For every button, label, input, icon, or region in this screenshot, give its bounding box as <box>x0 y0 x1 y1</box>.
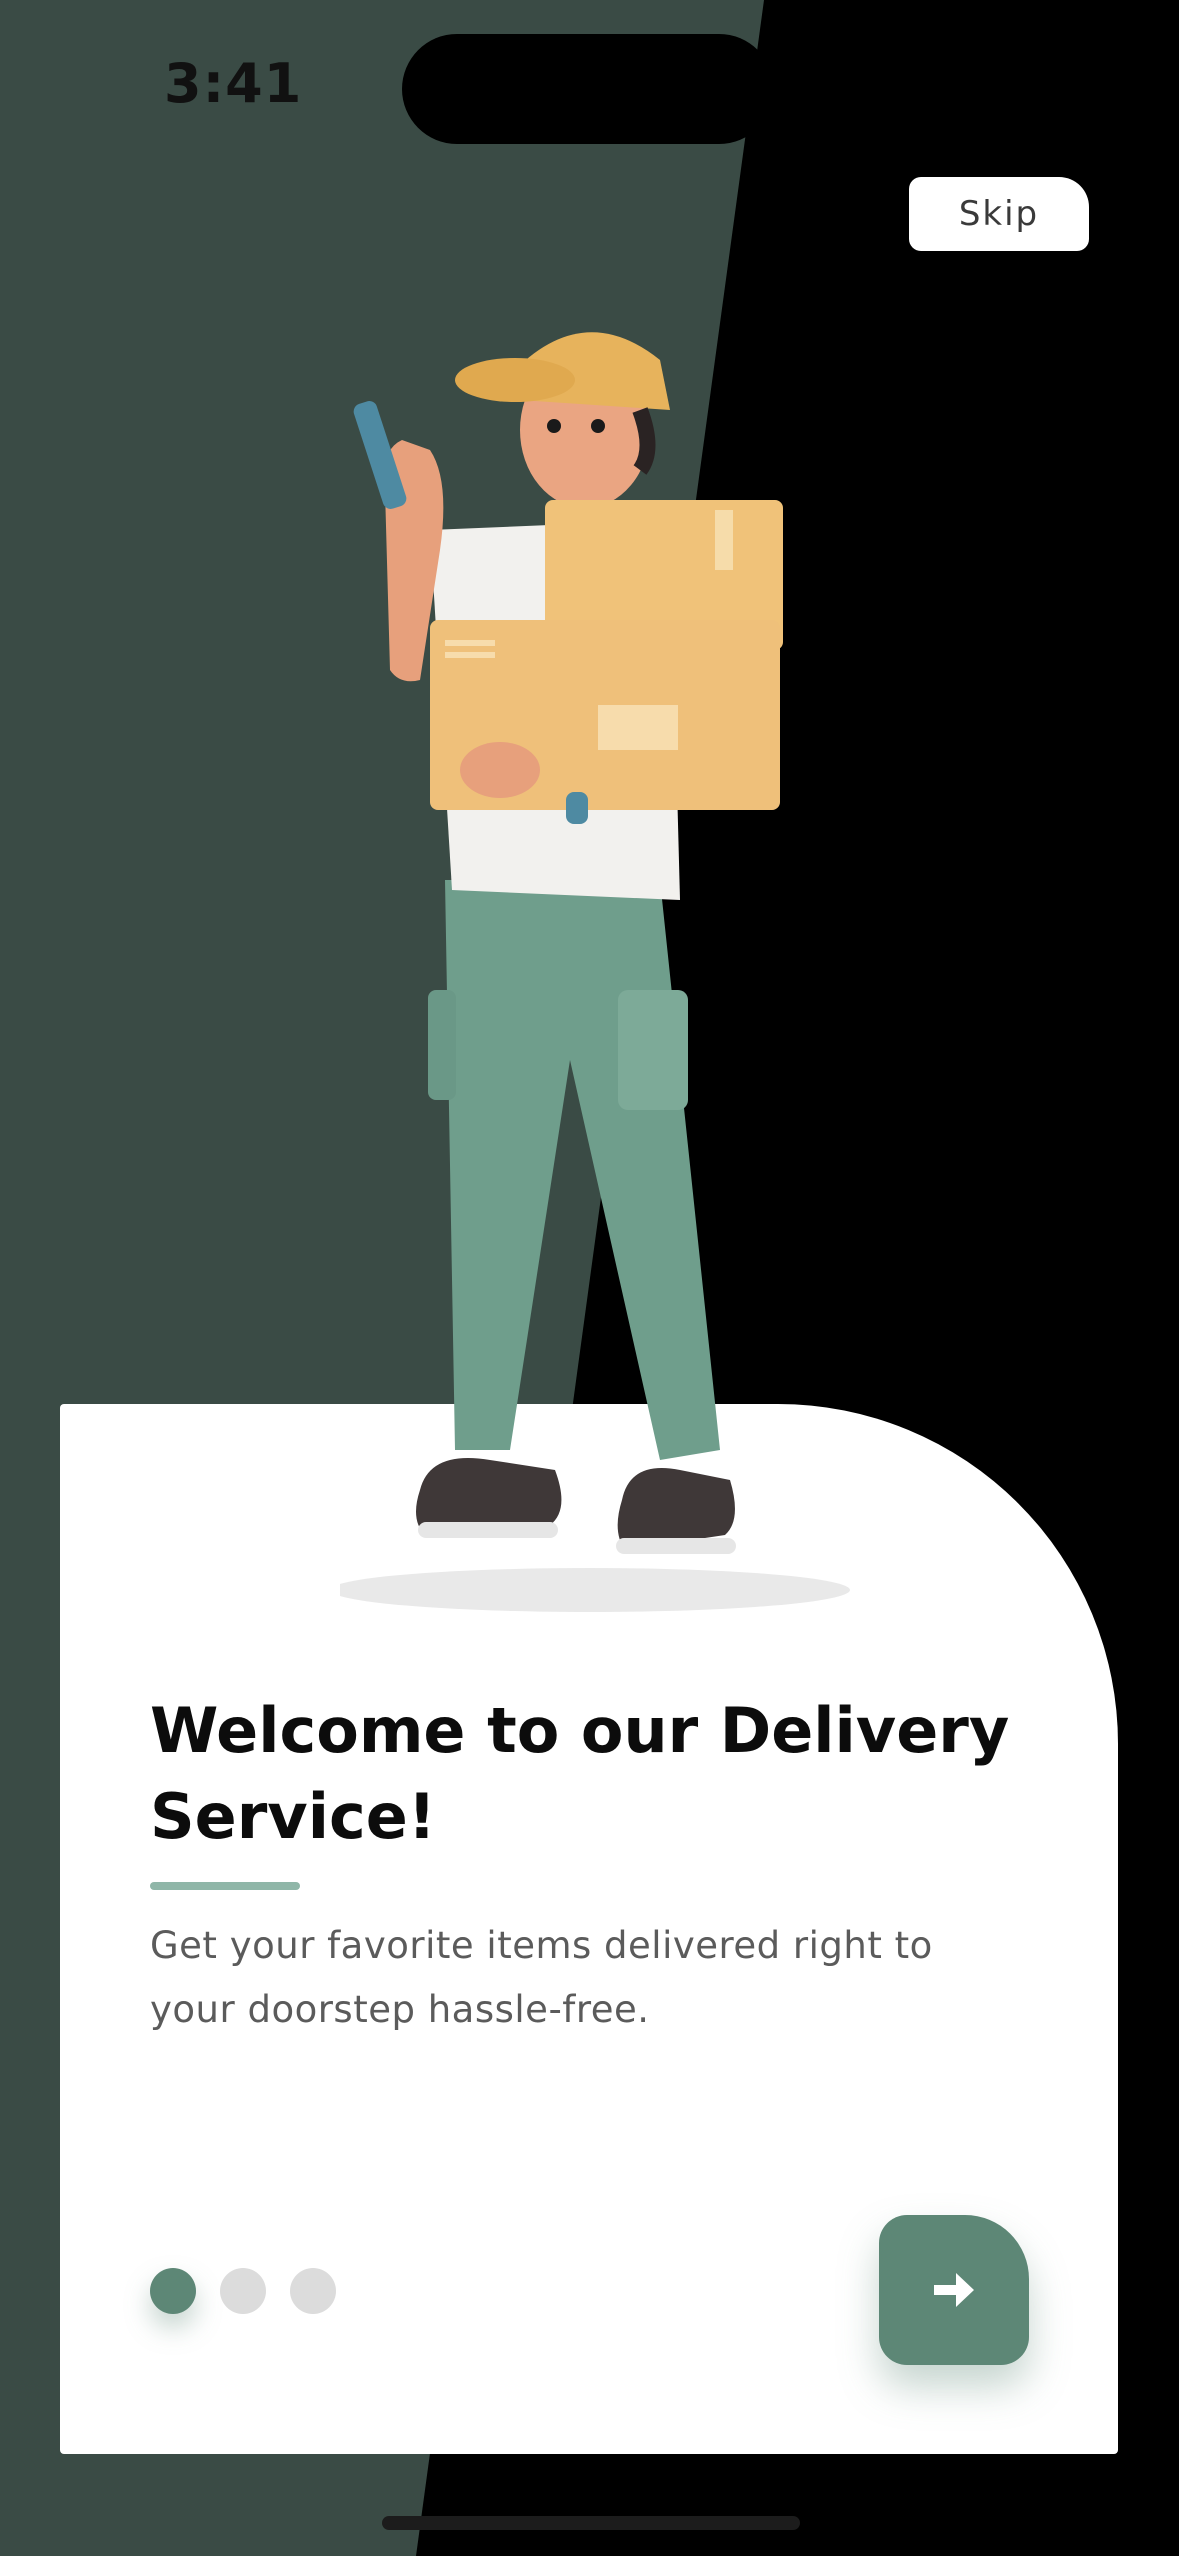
page-dot[interactable] <box>220 2268 266 2314</box>
title-underline <box>150 1882 300 1890</box>
page-indicator <box>150 2268 336 2314</box>
home-indicator <box>382 2516 800 2530</box>
onboarding-title: Welcome to our Delivery Service! <box>150 1694 1010 1853</box>
status-bar-time: 3:41 <box>164 52 303 115</box>
onboarding-description: Get your favorite items delivered right … <box>150 1924 933 2031</box>
arrow-right-icon <box>934 2273 974 2307</box>
skip-button[interactable]: Skip <box>909 177 1089 251</box>
page-dot-active[interactable] <box>150 2268 196 2314</box>
dynamic-island <box>402 34 774 144</box>
onboarding-screen: 3:41 Skip Welcome to our Delivery Servic… <box>0 0 1179 2556</box>
delivery-person-illustration <box>340 332 850 1612</box>
next-button[interactable] <box>879 2215 1029 2365</box>
page-dot[interactable] <box>290 2268 336 2314</box>
